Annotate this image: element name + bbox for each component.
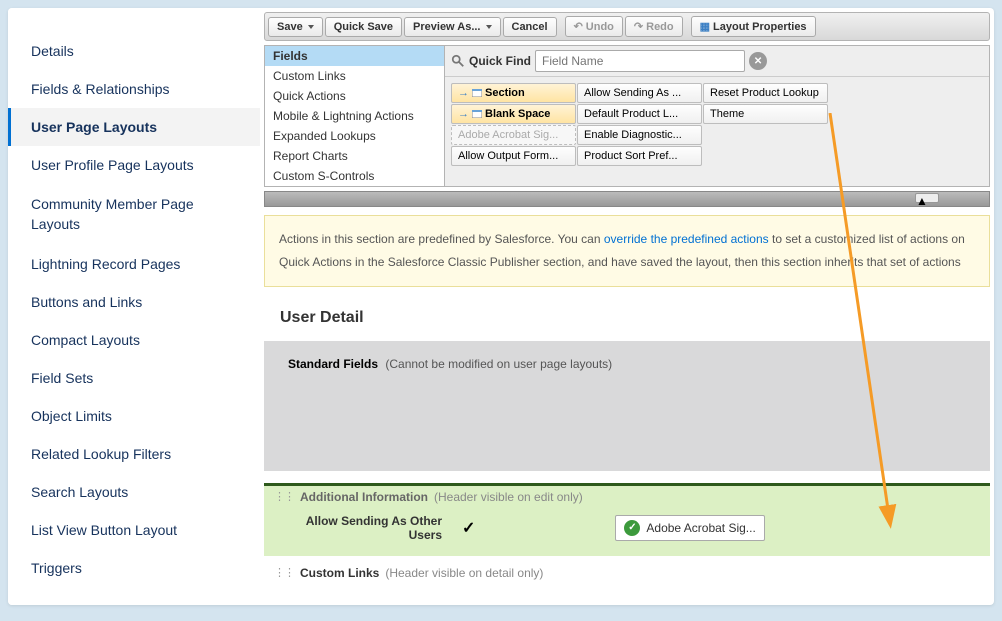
palette-field[interactable]: →Section [451, 83, 576, 103]
field-grid: →SectionAllow Sending As ...Reset Produc… [445, 77, 989, 172]
palette-category-custom-s-controls[interactable]: Custom S-Controls [265, 166, 444, 186]
field-drop-target[interactable]: ✓ Adobe Acrobat Sig... [615, 515, 764, 541]
sidebar-item-list-view-button-layout[interactable]: List View Button Layout [8, 511, 260, 549]
save-button[interactable]: Save [268, 17, 323, 37]
main-content: Save Quick Save Preview As... Cancel ↶Un… [260, 8, 994, 605]
palette-field[interactable]: Reset Product Lookup [703, 83, 828, 103]
additional-info-title: Additional Information [300, 490, 428, 504]
allow-sending-label: Allow Sending As Other Users [282, 514, 442, 542]
palette-category-report-charts[interactable]: Report Charts [265, 146, 444, 166]
layout-icon: ▦ [700, 20, 710, 33]
standard-fields-header: Standard Fields [288, 357, 378, 371]
section-icon: → [458, 87, 469, 99]
palette-field[interactable]: Enable Diagnostic... [577, 125, 702, 145]
user-detail-heading: User Detail [260, 295, 994, 341]
sidebar-item-fields-relationships[interactable]: Fields & Relationships [8, 70, 260, 108]
minimap-handle[interactable]: ▲ [915, 193, 939, 203]
palette-field[interactable]: Allow Sending As ... [577, 83, 702, 103]
standard-fields-section: Standard Fields (Cannot be modified on u… [264, 341, 990, 471]
sidebar-item-details[interactable]: Details [8, 32, 260, 70]
check-icon: ✓ [462, 518, 475, 538]
palette-field[interactable]: →Blank Space [451, 104, 576, 124]
sidebar-item-buttons-and-links[interactable]: Buttons and Links [8, 283, 260, 321]
sidebar-item-lightning-record-pages[interactable]: Lightning Record Pages [8, 245, 260, 283]
override-actions-link[interactable]: override the predefined actions [604, 232, 769, 246]
palette-categories: FieldsCustom LinksQuick ActionsMobile & … [265, 46, 445, 186]
undo-icon: ↶ [574, 20, 583, 33]
custom-links-section: ⋮⋮ Custom Links (Header visible on detai… [264, 562, 990, 584]
palette-category-fields[interactable]: Fields [265, 46, 444, 66]
quick-find-input[interactable] [535, 50, 745, 72]
sidebar-item-triggers[interactable]: Triggers [8, 549, 260, 587]
palette-field[interactable]: Adobe Acrobat Sig... [451, 125, 576, 145]
redo-icon: ↷ [634, 20, 643, 33]
minimap-scrollbar[interactable]: ▲ [264, 191, 990, 207]
additional-info-note: (Header visible on edit only) [434, 490, 583, 504]
sidebar-item-search-layouts[interactable]: Search Layouts [8, 473, 260, 511]
custom-links-title: Custom Links [300, 566, 379, 580]
palette-field[interactable]: Product Sort Pref... [577, 146, 702, 166]
custom-links-note: (Header visible on detail only) [385, 566, 543, 580]
predefined-actions-notice: Actions in this section are predefined b… [264, 215, 990, 287]
sidebar-item-object-limits[interactable]: Object Limits [8, 397, 260, 435]
preview-as-button[interactable]: Preview As... [404, 17, 500, 37]
quick-save-button[interactable]: Quick Save [325, 17, 402, 37]
sidebar: DetailsFields & RelationshipsUser Page L… [8, 8, 260, 605]
drop-target-label: Adobe Acrobat Sig... [646, 521, 755, 535]
palette-category-custom-links[interactable]: Custom Links [265, 66, 444, 86]
palette-category-quick-actions[interactable]: Quick Actions [265, 86, 444, 106]
palette-field[interactable]: Theme [703, 104, 828, 124]
quick-find-bar: Quick Find ✕ [445, 46, 989, 77]
palette-category-expanded-lookups[interactable]: Expanded Lookups [265, 126, 444, 146]
ok-icon: ✓ [624, 520, 640, 536]
palette-category-mobile-lightning-actions[interactable]: Mobile & Lightning Actions [265, 106, 444, 126]
search-icon [451, 54, 465, 68]
palette-field[interactable]: Default Product L... [577, 104, 702, 124]
standard-fields-note: (Cannot be modified on user page layouts… [385, 357, 612, 371]
layout-properties-button[interactable]: ▦Layout Properties [691, 16, 816, 37]
grip-icon[interactable]: ⋮⋮ [274, 566, 294, 580]
clear-search-icon[interactable]: ✕ [749, 52, 767, 70]
grip-icon[interactable]: ⋮⋮ [274, 490, 294, 503]
cancel-button[interactable]: Cancel [503, 17, 557, 37]
additional-information-section: ⋮⋮ Additional Information (Header visibl… [264, 483, 990, 556]
sidebar-item-community-member-page-layouts[interactable]: Community Member Page Layouts [8, 184, 260, 245]
redo-button[interactable]: ↷Redo [625, 16, 683, 37]
sidebar-item-user-page-layouts[interactable]: User Page Layouts [8, 108, 260, 146]
sidebar-item-field-sets[interactable]: Field Sets [8, 359, 260, 397]
undo-button[interactable]: ↶Undo [565, 16, 623, 37]
field-palette: FieldsCustom LinksQuick ActionsMobile & … [264, 45, 990, 187]
sidebar-item-compact-layouts[interactable]: Compact Layouts [8, 321, 260, 359]
sidebar-item-related-lookup-filters[interactable]: Related Lookup Filters [8, 435, 260, 473]
quick-find-label: Quick Find [469, 54, 531, 68]
layout-toolbar: Save Quick Save Preview As... Cancel ↶Un… [264, 12, 990, 41]
section-icon: → [458, 108, 469, 120]
palette-field[interactable]: Allow Output Form... [451, 146, 576, 166]
sidebar-item-user-profile-page-layouts[interactable]: User Profile Page Layouts [8, 146, 260, 184]
